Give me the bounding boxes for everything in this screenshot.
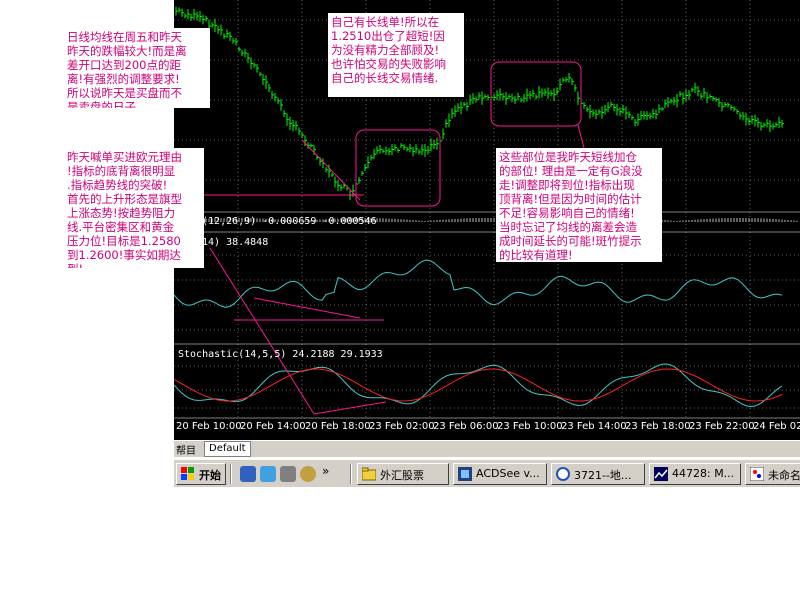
note-line: 差开口达到200点的距 [67,58,181,72]
note-line: 离!有强烈的调整要求! [67,72,180,86]
note-line: 线.平台密集区和黄金 [67,220,175,234]
note-line: 的部位! 理由是一定有G浪没 [499,164,643,178]
note-line: 昨天的跌幅较大!而是离 [67,44,187,58]
task-label: 外汇股票 [380,469,424,482]
more-chevron-icon[interactable]: » [322,464,329,478]
time-label: 23 Feb 14:00 [561,421,627,432]
note-line: 上涨态势!按趋势阻力 [67,206,176,220]
start-label: 开始 [199,469,221,482]
note-line: .指标趋势线的突破! [67,178,168,192]
chart-area[interactable]: D(12,26,9) -0.000659 -0.000546 14) 38.48… [174,0,800,440]
note-line: 这些部位是我昨天短线加仓 [499,150,637,164]
time-label: 20 Feb 10:00 [176,421,242,432]
task-label: ACDSee v... [476,467,540,480]
rsi-trend-line [253,297,361,319]
outlook-icon[interactable] [260,466,276,482]
note-line: 到! [67,262,201,268]
divergence-line [209,247,315,415]
pointer-line [577,124,585,149]
trend-line [301,139,361,201]
note-line: 所以说昨天是买盘而不 [67,86,182,100]
internet-explorer-icon[interactable] [240,466,256,482]
task-label: 44728: M... [672,467,735,480]
note-left-mid: 昨天喊单买进欧元理由 !指标的底背离很明显 .指标趋势线的突破! 首先的上升形态是旗型… [64,148,204,268]
task-acdsee[interactable]: ACDSee v... [453,463,547,485]
time-label: 23 Feb 22:00 [689,421,755,432]
browser-icon [556,467,570,481]
windows-logo-icon [181,467,195,481]
note-line: 不足!容易影响自己的情绪! [499,206,635,220]
note-line: 自己有长线单!所以在 [331,15,440,29]
time-label: 23 Feb 10:00 [497,421,563,432]
stochastic-signal-line [174,368,783,402]
note-top-center: 自己有长线单!所以在 1.2510出仓了超短!因 为没有精力全部顾及! 也许怕交易的失… [328,13,464,97]
note-line: 首先的上升形态是旗型 [67,192,182,206]
chart-app-icon [654,467,668,481]
stochastic-label: Stochastic(14,5,5) 24.2188 29.1933 [178,349,383,360]
task-metatrader[interactable]: 44728: M... [649,463,741,485]
tab-bar-label: 帮目 [176,446,196,457]
stochastic-trend-line [313,401,387,415]
annotation-box [490,61,582,127]
start-button[interactable]: 开始 [176,463,226,485]
time-label: 20 Feb 18:00 [305,421,371,432]
folder-icon [361,467,377,481]
task-forex-stocks[interactable]: 外汇股票 [357,463,449,485]
note-line: !指标的底背离很明显 [67,164,176,178]
note-line: 压力位!目标是1.2580 [67,234,181,248]
note-line: 走!调整即将到位!指标出现 [499,178,635,192]
note-line: 为没有精力全部顾及! [331,43,440,57]
note-line: 当时忘记了均线的离差会造 [499,220,637,234]
note-left-top: 日线均线在周五和昨天 昨天的跌幅较大!而是离 差开口达到200点的距 离!有强烈的调整… [64,28,210,108]
note-line: 自己的长线交易情绪. [331,71,439,85]
time-label: 23 Feb 06:00 [433,421,499,432]
media-player-icon[interactable] [300,466,316,482]
note-line: 日线均线在周五和昨天 [67,30,182,44]
note-right: 这些部位是我昨天短线加仓 的部位! 理由是一定有G浪没 走!调整即将到位!指标出现顶… [496,148,662,262]
paint-icon [749,466,765,482]
acdsee-icon [458,467,472,481]
macd-label: D(12,26,9) -0.000659 -0.000546 [196,216,377,227]
note-line: 顶背离!但是因为时间的估计 [499,192,642,206]
annotation-box [355,129,441,207]
note-line: 昨天喊单买进欧元理由 [67,150,182,164]
note-line: 到1.2600!事实如期达 [67,248,181,262]
time-label: 24 Feb 02:00 [753,421,800,432]
task-3721[interactable]: 3721--地... [551,463,645,485]
task-label: 3721--地... [574,469,632,482]
task-label: 未命名 [768,469,800,482]
note-line: 的比较有道理! [499,248,573,262]
windows-taskbar: 开始 » 外汇股票 ACDSee v... 3721--地... 44728: … [174,459,800,487]
terminal-tab-bar: 帮目 Default [174,440,800,457]
note-line: 是卖盘的日子. [67,100,140,108]
desktop-icon[interactable] [280,466,296,482]
stochastic-main-line [174,363,783,408]
taskbar-separator [230,464,232,484]
time-label: 23 Feb 18:00 [625,421,691,432]
note-line: 1.2510出仓了超短!因 [331,29,445,43]
task-untitled[interactable]: 未命名 [745,463,800,485]
taskbar-separator [350,464,352,484]
note-line: 成时间延长的可能!斑竹提示 [499,234,642,248]
time-label: 23 Feb 02:00 [369,421,435,432]
time-label: 20 Feb 14:00 [240,421,306,432]
tab-default[interactable]: Default [204,441,251,457]
note-line: 也许怕交易的失败影响 [331,57,446,71]
rsi-label: 14) 38.4848 [202,237,269,248]
